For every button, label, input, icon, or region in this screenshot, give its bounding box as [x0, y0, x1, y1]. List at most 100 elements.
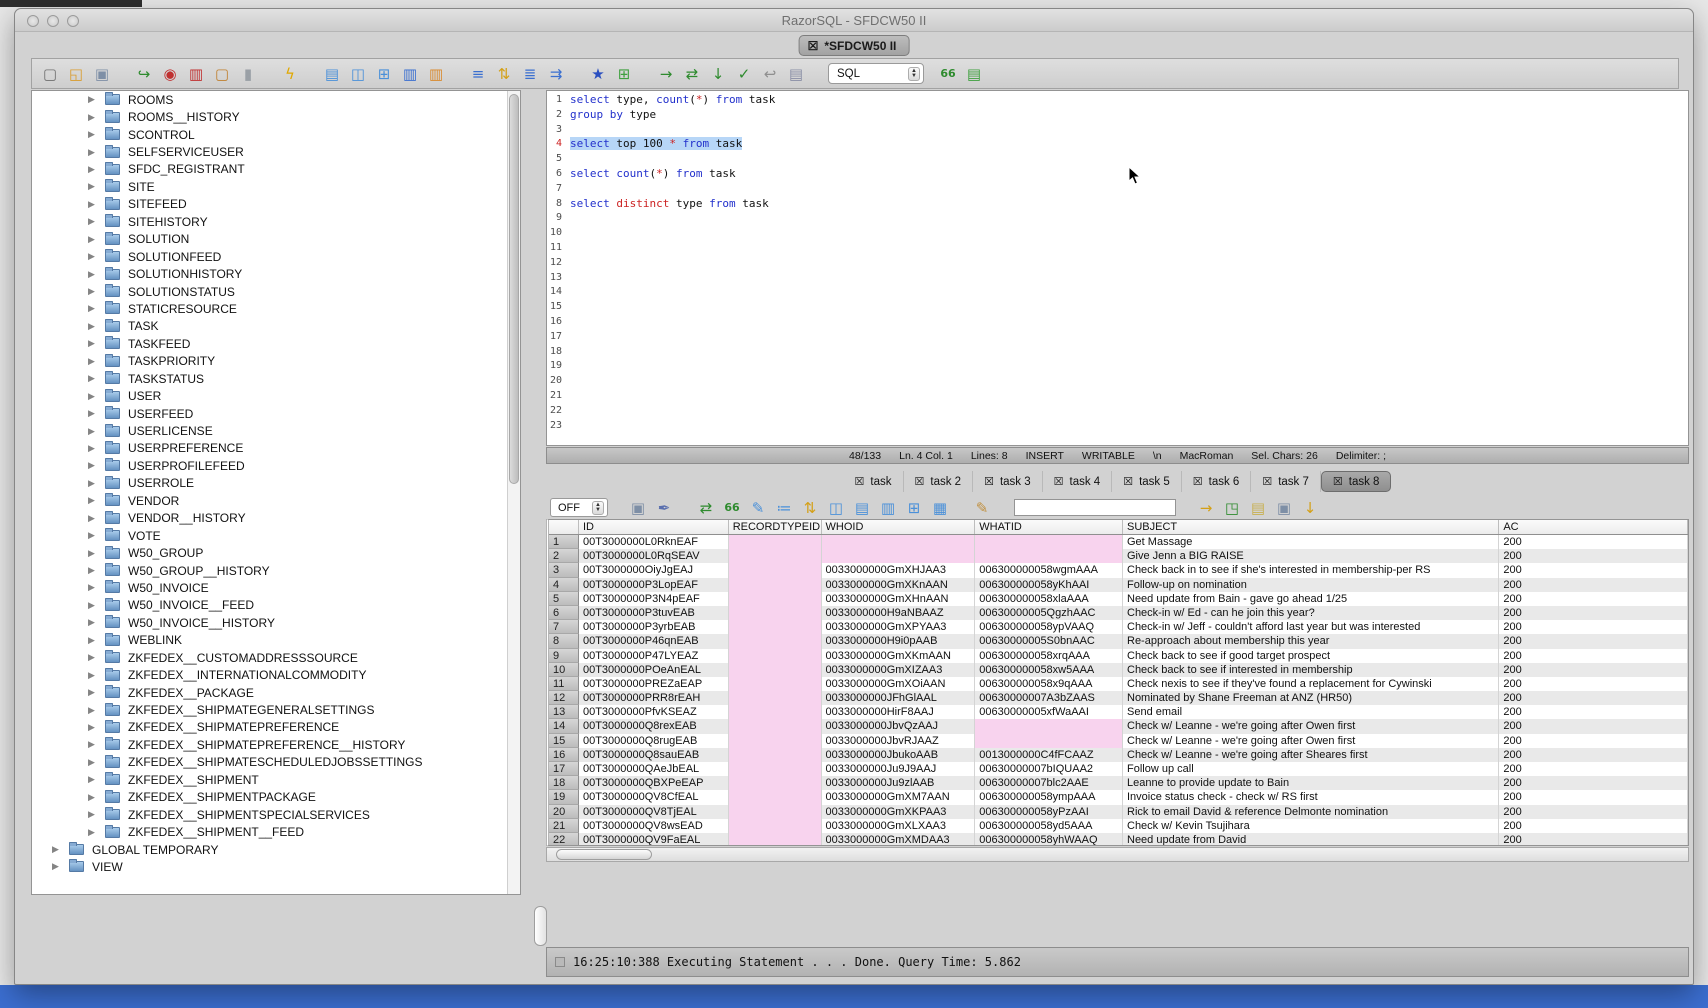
tree-scrollbar-thumb[interactable]	[509, 94, 519, 484]
hierarchy-icon[interactable]: ≔	[774, 498, 794, 518]
result-tab-task-6[interactable]: ☒task 6	[1182, 471, 1252, 492]
row-number[interactable]: 4	[549, 578, 579, 592]
cell-ac[interactable]: 200	[1499, 819, 1688, 833]
disclosure-triangle-icon[interactable]: ▶	[88, 303, 98, 314]
tree-item-solution[interactable]: ▶SOLUTION	[32, 231, 520, 248]
cell-id[interactable]: 00T3000000QV9FaEAL	[579, 833, 729, 846]
bookmarks-icon[interactable]: ▥	[426, 64, 446, 84]
result-tab-task-8[interactable]: ☒task 8	[1321, 471, 1392, 492]
disclosure-triangle-icon[interactable]: ▶	[88, 635, 98, 646]
grid-horizontal-scrollbar[interactable]	[546, 847, 1689, 862]
cell-recordtypeid[interactable]	[729, 634, 822, 648]
cell-subject[interactable]: Check back to see if interested in membe…	[1123, 663, 1499, 677]
tree-item-sfdc-registrant[interactable]: ▶SFDC_REGISTRANT	[32, 161, 520, 178]
row-number[interactable]: 1	[549, 535, 579, 549]
connect-icon[interactable]: ↪	[134, 64, 154, 84]
cell-subject[interactable]: Check w/ Leanne - we're going after Shea…	[1123, 748, 1499, 762]
cell-whoid[interactable]: 0033000000GmXKnAAN	[822, 578, 976, 592]
cell-recordtypeid[interactable]	[729, 776, 822, 790]
commit-icon[interactable]: ▥	[186, 64, 206, 84]
cell-subject[interactable]: Check nexis to see if they've found a re…	[1123, 677, 1499, 691]
disclosure-triangle-icon[interactable]: ▶	[88, 582, 98, 593]
save-grid-icon[interactable]: ▣	[1274, 498, 1294, 518]
cell-id[interactable]: 00T3000000QV8wsEAD	[579, 819, 729, 833]
code-line-23[interactable]	[570, 419, 1688, 434]
validate-icon[interactable]: ✓	[734, 64, 754, 84]
cell-id[interactable]: 00T3000000PfvKSEAZ	[579, 705, 729, 719]
tree-item-vote[interactable]: ▶VOTE	[32, 527, 520, 544]
disclosure-triangle-icon[interactable]: ▶	[88, 722, 98, 733]
cell-recordtypeid[interactable]	[729, 790, 822, 804]
result-tab-task-3[interactable]: ☒task 3	[973, 471, 1043, 492]
cell-subject[interactable]: Follow-up on nomination	[1123, 578, 1499, 592]
code-line-1[interactable]: select type, count(*) from task	[570, 93, 1688, 108]
tree-item-vendor[interactable]: ▶VENDOR	[32, 492, 520, 509]
code-line-17[interactable]	[570, 330, 1688, 345]
column-header-whoid[interactable]: WHOID	[822, 520, 976, 534]
cell-recordtypeid[interactable]	[729, 677, 822, 691]
cell-whatid[interactable]	[975, 535, 1123, 549]
cell-id[interactable]: 00T3000000P46qnEAB	[579, 634, 729, 648]
result-tab-task[interactable]: ☒task	[844, 471, 904, 492]
row-number[interactable]: 14	[549, 719, 579, 733]
cell-id[interactable]: 00T3000000PREZaEAP	[579, 677, 729, 691]
cell-id[interactable]: 00T3000000Q8rexEAB	[579, 719, 729, 733]
cell-id[interactable]: 00T3000000PRR8rEAH	[579, 691, 729, 705]
go-row-icon[interactable]: →	[1196, 498, 1216, 518]
disclosure-triangle-icon[interactable]: ▶	[88, 705, 98, 716]
open-folder-icon[interactable]: ◱	[66, 64, 86, 84]
tree-item-sitefeed[interactable]: ▶SITEFEED	[32, 196, 520, 213]
export-table-icon[interactable]: ◳	[1222, 498, 1242, 518]
row-number[interactable]: 15	[549, 734, 579, 748]
sort-icon[interactable]: ⇅	[494, 64, 514, 84]
disclosure-triangle-icon[interactable]: ▶	[88, 286, 98, 297]
cell-id[interactable]: 00T3000000QV8CfEAL	[579, 790, 729, 804]
tab-close-icon[interactable]: ☒	[984, 475, 994, 488]
row-number[interactable]: 8	[549, 634, 579, 648]
cell-id[interactable]: 00T3000000L0RknEAF	[579, 535, 729, 549]
tab-close-icon[interactable]: ☒	[1123, 475, 1133, 488]
form-view-icon[interactable]: ▥	[878, 498, 898, 518]
cell-whatid[interactable]: 006300000058yPzAAI	[975, 805, 1123, 819]
disclosure-triangle-icon[interactable]: ▶	[88, 617, 98, 628]
cell-recordtypeid[interactable]	[729, 606, 822, 620]
tree-item-zkfedex-customaddresssource[interactable]: ▶ZKFEDEX__CUSTOMADDRESSSOURCE	[32, 649, 520, 666]
tree-item-taskstatus[interactable]: ▶TASKSTATUS	[32, 370, 520, 387]
cell-whatid[interactable]: 00630000005QgzhAAC	[975, 606, 1123, 620]
cell-ac[interactable]: 200	[1499, 592, 1688, 606]
cell-subject[interactable]: Need update from Bain - gave go ahead 1/…	[1123, 592, 1499, 606]
disclosure-triangle-icon[interactable]: ▶	[88, 513, 98, 524]
row-number[interactable]: 16	[549, 748, 579, 762]
tree-item-solutionhistory[interactable]: ▶SOLUTIONHISTORY	[32, 265, 520, 282]
go-icon[interactable]: →	[656, 64, 676, 84]
cell-whatid[interactable]: 006300000058xlaAAA	[975, 592, 1123, 606]
tree-item-zkfedex-shipmatepreference[interactable]: ▶ZKFEDEX__SHIPMATEPREFERENCE	[32, 719, 520, 736]
disclosure-triangle-icon[interactable]: ▶	[88, 408, 98, 419]
cell-ac[interactable]: 200	[1499, 620, 1688, 634]
tree-item-taskpriority[interactable]: ▶TASKPRIORITY	[32, 353, 520, 370]
disclosure-triangle-icon[interactable]: ▶	[88, 94, 98, 105]
code-line-22[interactable]	[570, 404, 1688, 419]
cell-id[interactable]: 00T3000000POeAnEAL	[579, 663, 729, 677]
tree-item-userprofilefeed[interactable]: ▶USERPROFILEFEED	[32, 457, 520, 474]
disclosure-triangle-icon[interactable]: ▶	[88, 356, 98, 367]
cell-ac[interactable]: 200	[1499, 663, 1688, 677]
row-number[interactable]: 9	[549, 649, 579, 663]
tree-item-w50-group-history[interactable]: ▶W50_GROUP__HISTORY	[32, 562, 520, 579]
cell-ac[interactable]: 200	[1499, 535, 1688, 549]
cell-recordtypeid[interactable]	[729, 535, 822, 549]
tree-item-w50-invoice[interactable]: ▶W50_INVOICE	[32, 579, 520, 596]
cell-whatid[interactable]: 00630000007bIQUAA2	[975, 762, 1123, 776]
cell-whoid[interactable]: 0033000000JbukoAAB	[822, 748, 976, 762]
tree-item-userfeed[interactable]: ▶USERFEED	[32, 405, 520, 422]
cell-whoid[interactable]	[822, 535, 976, 549]
disclosure-triangle-icon[interactable]: ▶	[88, 827, 98, 838]
tree-item-solutionfeed[interactable]: ▶SOLUTIONFEED	[32, 248, 520, 265]
cell-ac[interactable]: 200	[1499, 776, 1688, 790]
paste-grid-icon[interactable]: ▦	[930, 498, 950, 518]
cell-recordtypeid[interactable]	[729, 705, 822, 719]
tree-item-userpreference[interactable]: ▶USERPREFERENCE	[32, 440, 520, 457]
tree-item-zkfedex-shipmatepreference-history[interactable]: ▶ZKFEDEX__SHIPMATEPREFERENCE__HISTORY	[32, 736, 520, 753]
row-number[interactable]: 22	[549, 833, 579, 846]
tab-close-icon[interactable]: ☒	[855, 475, 865, 488]
